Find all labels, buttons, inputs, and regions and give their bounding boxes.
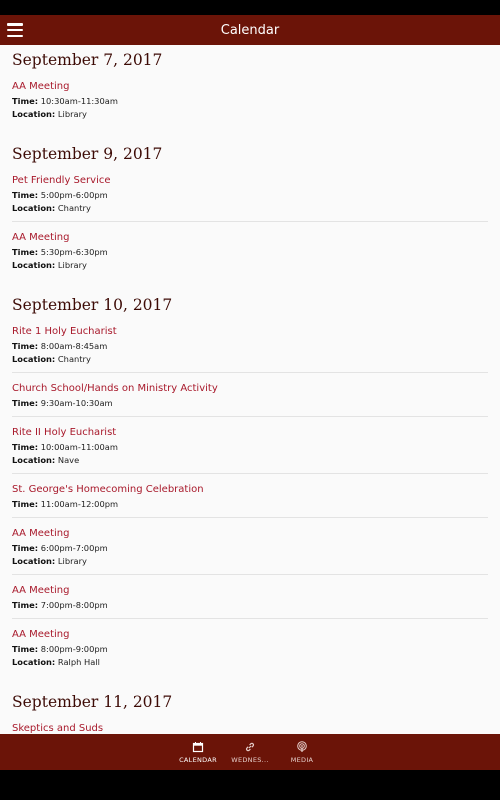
hamburger-menu-icon[interactable]: [6, 21, 24, 39]
time-value: 5:00pm-6:00pm: [40, 190, 108, 200]
bottom-tab-bar: CALENDAR WEDNES... MEDIA: [0, 734, 500, 770]
time-label: Time:: [12, 600, 39, 610]
event-title-link[interactable]: AA Meeting: [12, 584, 488, 598]
tab-wednesday[interactable]: WEDNES...: [231, 741, 269, 764]
event-title-link[interactable]: St. George's Homecoming Celebration: [12, 483, 488, 497]
event-time: Time: 7:00pm-8:00pm: [12, 599, 488, 612]
location-label: Location:: [12, 354, 56, 364]
event-location: Location: Nave: [12, 454, 488, 467]
event-title-link[interactable]: AA Meeting: [12, 628, 488, 642]
event-location: Location: Library: [12, 259, 488, 272]
event-item[interactable]: Rite 1 Holy Eucharist Time: 8:00am-8:45am…: [12, 316, 488, 373]
time-label: Time:: [12, 442, 39, 452]
time-value: 10:30am-11:30am: [40, 96, 118, 106]
event-title-link[interactable]: Church School/Hands on Ministry Activity: [12, 382, 488, 396]
event-item[interactable]: AA Meeting Time: 7:00pm-8:00pm: [12, 575, 488, 619]
event-location: Location: Chantry: [12, 202, 488, 215]
event-item[interactable]: AA Meeting Time: 5:30pm-6:30pm Location: L…: [12, 222, 488, 278]
podcast-icon: [297, 740, 307, 752]
event-time: Time: 5:00pm-6:00pm: [12, 189, 488, 202]
time-label: Time:: [12, 341, 39, 351]
link-icon: [245, 742, 255, 751]
tab-calendar[interactable]: CALENDAR: [179, 741, 217, 764]
tab-label: CALENDAR: [179, 755, 217, 764]
calendar-list[interactable]: September 7, 2017 AA Meeting Time: 10:30am…: [0, 45, 500, 734]
event-time: Time: 6:00pm-7:00pm: [12, 542, 488, 555]
time-value: 8:00am-8:45am: [40, 341, 108, 351]
time-label: Time:: [12, 398, 39, 408]
time-value: 5:30pm-6:30pm: [40, 247, 108, 257]
time-label: Time:: [12, 499, 39, 509]
time-label: Time:: [12, 644, 39, 654]
time-value: 9:30am-10:30am: [40, 398, 113, 408]
event-item[interactable]: Church School/Hands on Ministry Activity…: [12, 373, 488, 417]
calendar-icon: [192, 741, 204, 752]
tab-label: MEDIA: [290, 755, 314, 764]
time-label: Time:: [12, 190, 39, 200]
event-location: Location: Ralph Hall: [12, 656, 488, 669]
event-item[interactable]: St. George's Homecoming Celebration Time:…: [12, 474, 488, 518]
location-value: Library: [57, 109, 87, 119]
location-label: Location:: [12, 203, 56, 213]
event-location: Location: Library: [12, 555, 488, 568]
time-label: Time:: [12, 247, 39, 257]
event-title-link[interactable]: Skeptics and Suds: [12, 722, 488, 734]
system-nav-bar: [0, 770, 500, 800]
event-time: Time: 5:30pm-6:30pm: [12, 246, 488, 259]
status-bar: [0, 0, 500, 15]
event-title-link[interactable]: Rite II Holy Eucharist: [12, 426, 488, 440]
event-time: Time: 8:00am-8:45am: [12, 340, 488, 353]
event-item[interactable]: AA Meeting Time: 10:30am-11:30am Location:…: [12, 71, 488, 127]
day-group: September 7, 2017 AA Meeting Time: 10:30am…: [0, 49, 500, 127]
event-item[interactable]: AA Meeting Time: 6:00pm-7:00pm Location: L…: [12, 518, 488, 575]
event-item[interactable]: Skeptics and SudsTime: 7:00pm-8:30pm: [12, 713, 488, 734]
location-value: Library: [57, 260, 87, 270]
time-value: 7:00pm-8:00pm: [40, 600, 108, 610]
location-label: Location:: [12, 109, 56, 119]
event-time: Time: 9:30am-10:30am: [12, 397, 488, 410]
event-location: Location: Library: [12, 108, 488, 121]
location-value: Ralph Hall: [57, 657, 100, 667]
event-title-link[interactable]: Pet Friendly Service: [12, 174, 488, 188]
location-value: Library: [57, 556, 87, 566]
time-value: 10:00am-11:00am: [40, 442, 118, 452]
day-heading: September 11, 2017: [12, 693, 173, 711]
event-title-link[interactable]: AA Meeting: [12, 231, 488, 245]
event-title-link[interactable]: Rite 1 Holy Eucharist: [12, 325, 488, 339]
time-label: Time:: [12, 543, 39, 553]
location-value: Chantry: [57, 354, 91, 364]
day-group: September 10, 2017 Rite 1 Holy Eucharist T…: [0, 294, 500, 675]
location-label: Location:: [12, 455, 56, 465]
day-group: September 11, 2017 Skeptics and SudsTime:…: [0, 691, 500, 734]
event-location: Location: Chantry: [12, 353, 488, 366]
event-title-link[interactable]: AA Meeting: [12, 527, 488, 541]
event-time: Time: 8:00pm-9:00pm: [12, 643, 488, 656]
location-label: Location:: [12, 260, 56, 270]
time-label: Time:: [12, 96, 39, 106]
event-title-link[interactable]: AA Meeting: [12, 80, 488, 94]
event-item[interactable]: Rite II Holy Eucharist Time: 10:00am-11:0…: [12, 417, 488, 474]
time-value: 8:00pm-9:00pm: [40, 644, 108, 654]
location-label: Location:: [12, 556, 56, 566]
tab-media[interactable]: MEDIA: [283, 740, 321, 764]
location-value: Nave: [57, 455, 80, 465]
event-item[interactable]: AA Meeting Time: 8:00pm-9:00pm Location: R…: [12, 619, 488, 675]
location-label: Location:: [12, 657, 56, 667]
event-item[interactable]: Pet Friendly Service Time: 5:00pm-6:00pm L…: [12, 165, 488, 222]
event-time: Time: 10:30am-11:30am: [12, 95, 488, 108]
day-group: September 9, 2017 Pet Friendly Service Tim…: [0, 143, 500, 278]
day-heading: September 9, 2017: [12, 145, 163, 163]
location-value: Chantry: [57, 203, 91, 213]
day-heading: September 10, 2017: [12, 296, 173, 314]
event-time: Time: 11:00am-12:00pm: [12, 498, 488, 511]
time-value: 6:00pm-7:00pm: [40, 543, 108, 553]
day-heading: September 7, 2017: [12, 51, 163, 69]
tab-label: WEDNES...: [231, 755, 269, 764]
event-time: Time: 10:00am-11:00am: [12, 441, 488, 454]
time-value: 11:00am-12:00pm: [40, 499, 119, 509]
page-title: Calendar: [220, 22, 280, 38]
app-header: Calendar: [0, 15, 500, 45]
